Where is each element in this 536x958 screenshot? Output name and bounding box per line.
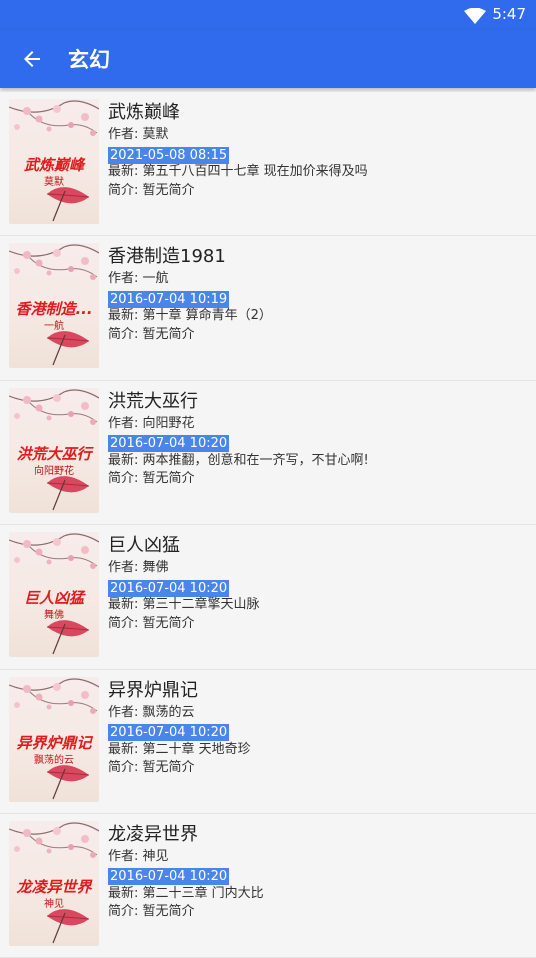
book-info: 香港制造1981 作者: 一航 2016-07-04 10:19 最新: 第十章… <box>108 244 528 344</box>
book-cover: 巨人凶猛 舞佛 <box>9 532 99 658</box>
book-info: 异界炉鼎记 作者: 飘荡的云 2016-07-04 10:20 最新: 第二十章… <box>108 678 528 778</box>
status-time: 5:47 <box>492 5 526 23</box>
book-info: 巨人凶猛 作者: 舞佛 2016-07-04 10:20 最新: 第三十二章擎天… <box>108 533 528 633</box>
book-author: 作者: 向阳野花 <box>108 415 195 431</box>
book-title: 洪荒大巫行 <box>108 390 198 412</box>
book-author: 作者: 神见 <box>108 848 169 864</box>
wifi-icon <box>464 8 486 24</box>
latest-chapter: 最新: 第二十章 天地奇珍 <box>108 741 251 757</box>
update-date-badge: 2021-05-08 08:15 <box>108 146 230 164</box>
book-list-item[interactable]: 洪荒大巫行 向阳野花 洪荒大巫行 作者: 向阳野花 2016-07-04 10:… <box>0 380 536 526</box>
cover-title: 香港制造... <box>15 300 93 319</box>
book-intro: 简介: 暂无简介 <box>108 471 195 487</box>
cover-title: 巨人凶猛 <box>23 589 84 608</box>
arrow-back-icon[interactable] <box>20 47 44 71</box>
book-list: 武炼巅峰 莫默 武炼巅峰 作者: 莫默 2021-05-08 08:15 最新:… <box>0 92 536 958</box>
book-list-item[interactable]: 龙凌异世界 神见 龙凌异世界 作者: 神见 2016-07-04 10:20 最… <box>0 813 536 958</box>
latest-chapter: 最新: 第十章 算命青年（2） <box>108 308 272 324</box>
book-intro: 简介: 暂无简介 <box>108 760 195 776</box>
app-bar: 玄幻 <box>0 30 536 88</box>
update-date-badge: 2016-07-04 10:20 <box>108 724 230 742</box>
book-cover: 洪荒大巫行 向阳野花 <box>9 387 99 513</box>
book-intro: 简介: 暂无简介 <box>108 904 195 920</box>
book-intro: 简介: 暂无简介 <box>108 182 195 198</box>
book-intro: 简介: 暂无简介 <box>108 326 195 342</box>
update-date-badge: 2016-07-04 10:20 <box>108 868 230 886</box>
book-cover: 武炼巅峰 莫默 <box>9 99 99 224</box>
cover-author: 一航 <box>44 321 64 333</box>
book-list-item[interactable]: 巨人凶猛 舞佛 巨人凶猛 作者: 舞佛 2016-07-04 10:20 最新:… <box>0 525 536 670</box>
latest-chapter: 最新: 两本推翻，创意和在一齐写，不甘心啊! <box>108 452 369 468</box>
book-title: 龙凌异世界 <box>108 823 198 845</box>
book-author: 作者: 莫默 <box>108 127 169 142</box>
book-title: 异界炉鼎记 <box>108 679 198 701</box>
book-info: 洪荒大巫行 作者: 向阳野花 2016-07-04 10:20 最新: 两本推翻… <box>108 389 528 489</box>
update-date-badge: 2016-07-04 10:19 <box>108 290 230 308</box>
cover-author: 神见 <box>44 898 64 910</box>
book-list-item[interactable]: 异界炉鼎记 飘荡的云 异界炉鼎记 作者: 飘荡的云 2016-07-04 10:… <box>0 669 536 814</box>
cover-title: 洪荒大巫行 <box>16 444 92 463</box>
update-date-badge: 2016-07-04 10:20 <box>108 579 230 597</box>
book-list-item[interactable]: 香港制造... 一航 香港制造1981 作者: 一航 2016-07-04 10… <box>0 236 536 381</box>
book-intro: 简介: 暂无简介 <box>108 615 195 631</box>
book-cover: 异界炉鼎记 飘荡的云 <box>9 676 99 802</box>
cover-author: 飘荡的云 <box>34 754 74 766</box>
book-cover: 香港制造... 一航 <box>9 243 99 369</box>
latest-chapter: 最新: 第三十二章擎天山脉 <box>108 597 260 613</box>
cover-author: 舞佛 <box>44 610 64 622</box>
cover-title: 异界炉鼎记 <box>16 733 92 752</box>
status-bar: 5:47 <box>0 0 536 30</box>
update-date-badge: 2016-07-04 10:20 <box>108 435 230 453</box>
book-author: 作者: 一航 <box>108 271 169 287</box>
cover-title: 龙凌异世界 <box>16 877 92 896</box>
book-title: 巨人凶猛 <box>108 535 180 557</box>
page-title: 玄幻 <box>68 48 110 72</box>
book-title: 香港制造1981 <box>108 246 226 268</box>
cover-title: 武炼巅峰 <box>23 156 84 174</box>
book-author: 作者: 飘荡的云 <box>108 704 195 720</box>
cover-author: 莫默 <box>44 177 64 188</box>
book-list-item[interactable]: 武炼巅峰 莫默 武炼巅峰 作者: 莫默 2021-05-08 08:15 最新:… <box>0 92 536 237</box>
book-author: 作者: 舞佛 <box>108 560 169 576</box>
book-title: 武炼巅峰 <box>108 102 180 123</box>
book-info: 武炼巅峰 作者: 莫默 2021-05-08 08:15 最新: 第五千八百四十… <box>108 100 528 200</box>
book-cover: 龙凌异世界 神见 <box>9 820 99 946</box>
latest-chapter: 最新: 第五千八百四十七章 现在加价来得及吗 <box>108 164 368 179</box>
cover-author: 向阳野花 <box>34 465 74 477</box>
book-info: 龙凌异世界 作者: 神见 2016-07-04 10:20 最新: 第二十三章 … <box>108 822 528 922</box>
latest-chapter: 最新: 第二十三章 门内大比 <box>108 885 264 901</box>
